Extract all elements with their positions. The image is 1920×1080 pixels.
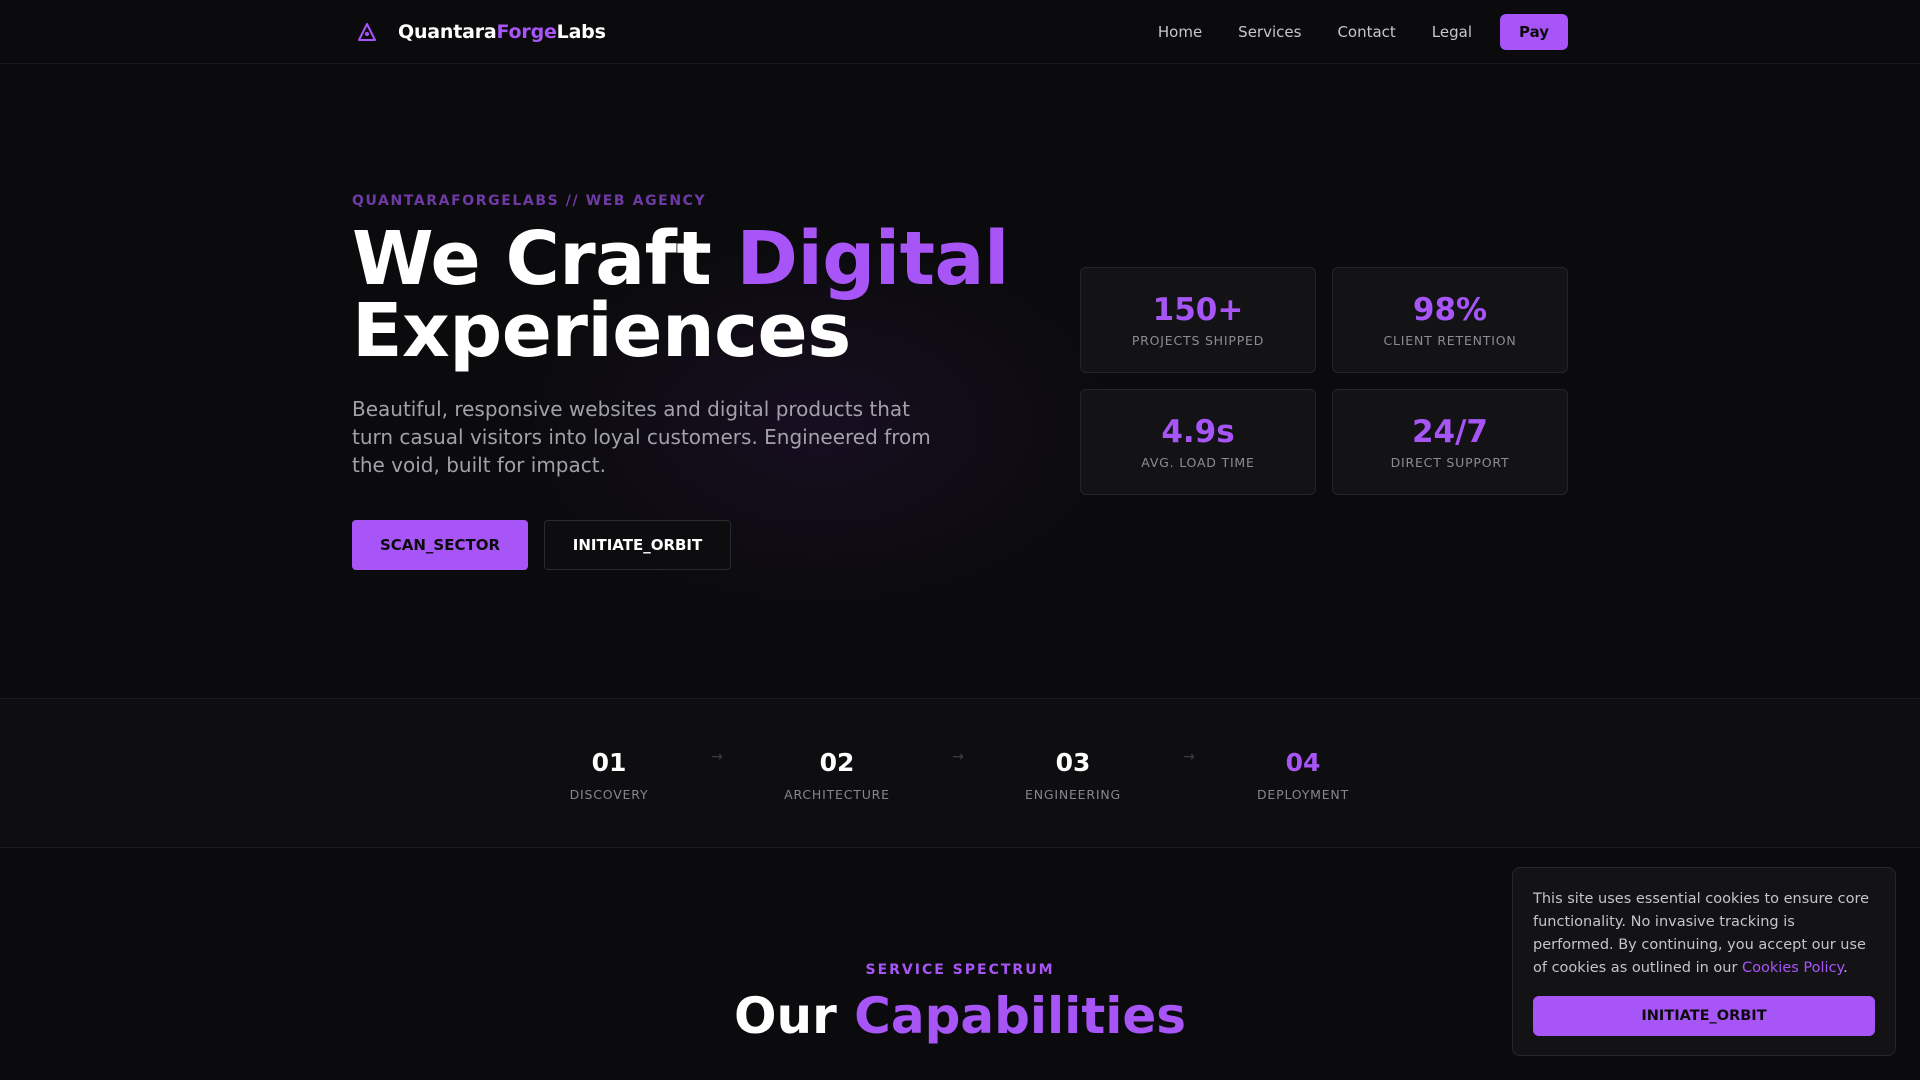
process-step-engineering: 03 ENGINEERING xyxy=(1025,748,1121,803)
stat-value: 4.9s xyxy=(1161,413,1235,450)
step-label: ENGINEERING xyxy=(1025,787,1121,802)
step-label: DISCOVERY xyxy=(569,787,649,802)
pay-button[interactable]: Pay xyxy=(1500,14,1568,50)
hero-eyebrow: QUANTARAFORGELABS // WEB AGENCY xyxy=(352,193,707,209)
top-navbar: QuantaraForgeLabs Home Services Contact … xyxy=(0,0,1920,64)
cookie-banner: This site uses essential cookies to ensu… xyxy=(1512,867,1896,1056)
brand-home-link[interactable]: QuantaraForgeLabs xyxy=(352,0,606,64)
step-number: 03 xyxy=(1055,748,1091,777)
stat-value: 24/7 xyxy=(1411,413,1489,450)
hero-headline: We Craft Digital Experiences xyxy=(352,222,1009,368)
services-title-plain: Our xyxy=(733,987,855,1045)
step-label: DEPLOYMENT xyxy=(1256,787,1350,802)
step-number: 04 xyxy=(1285,748,1321,777)
brand-name-part1: Quantara xyxy=(398,21,497,43)
nav-link-services[interactable]: Services xyxy=(1238,23,1301,41)
process-step-discovery: 01 DISCOVERY xyxy=(569,748,649,803)
brand-name-part2: Forge xyxy=(496,21,557,43)
process-step-deployment: 04 DEPLOYMENT xyxy=(1256,748,1350,803)
stat-card-load-time: 4.9s AVG. LOAD TIME xyxy=(1080,389,1316,495)
stat-card-retention: 98% CLIENT RETENTION xyxy=(1332,267,1568,373)
hero-subtext: Beautiful, responsive websites and digit… xyxy=(352,397,931,477)
initiate-orbit-button[interactable]: INITIATE_ORBIT xyxy=(544,520,731,570)
stat-value: 150+ xyxy=(1152,291,1244,328)
stat-label: AVG. LOAD TIME xyxy=(1141,454,1255,470)
stat-value: 98% xyxy=(1412,291,1488,328)
stat-card-support: 24/7 DIRECT SUPPORT xyxy=(1332,389,1568,495)
stat-label: PROJECTS SHIPPED xyxy=(1131,332,1265,348)
stat-label: CLIENT RETENTION xyxy=(1383,332,1517,348)
cookies-policy-link[interactable]: Cookies Policy xyxy=(1742,960,1843,976)
cookie-text: This site uses essential cookies to ensu… xyxy=(1533,888,1875,980)
arrow-right-icon: → xyxy=(1183,749,1195,765)
headline-line2: Experiences xyxy=(352,288,851,374)
process-step-architecture: 02 ARCHITECTURE xyxy=(784,748,890,803)
cookie-accept-button[interactable]: INITIATE_ORBIT xyxy=(1533,996,1875,1036)
nav-link-contact[interactable]: Contact xyxy=(1337,23,1395,41)
step-number: 02 xyxy=(819,748,855,777)
hero-section: QUANTARAFORGELABS // WEB AGENCY We Craft… xyxy=(0,65,1920,698)
stat-card-projects: 150+ PROJECTS SHIPPED xyxy=(1080,267,1316,373)
nav-link-legal[interactable]: Legal xyxy=(1432,23,1472,41)
services-title-accent: Capabilities xyxy=(854,987,1187,1045)
cookie-text-end: . xyxy=(1843,960,1848,976)
step-number: 01 xyxy=(591,748,627,777)
triangle-logo-icon xyxy=(352,17,382,47)
nav-links: Home Services Contact Legal Pay xyxy=(1158,0,1568,64)
arrow-right-icon: → xyxy=(952,749,964,765)
process-steps: 01 DISCOVERY → 02 ARCHITECTURE → 03 ENGI… xyxy=(0,698,1920,848)
nav-link-home[interactable]: Home xyxy=(1158,23,1202,41)
step-label: ARCHITECTURE xyxy=(784,787,890,802)
scan-sector-button[interactable]: SCAN_SECTOR xyxy=(352,520,528,570)
stat-label: DIRECT SUPPORT xyxy=(1390,454,1510,470)
brand-name-part3: Labs xyxy=(556,21,606,43)
arrow-right-icon: → xyxy=(711,749,723,765)
brand-name: QuantaraForgeLabs xyxy=(398,21,606,43)
